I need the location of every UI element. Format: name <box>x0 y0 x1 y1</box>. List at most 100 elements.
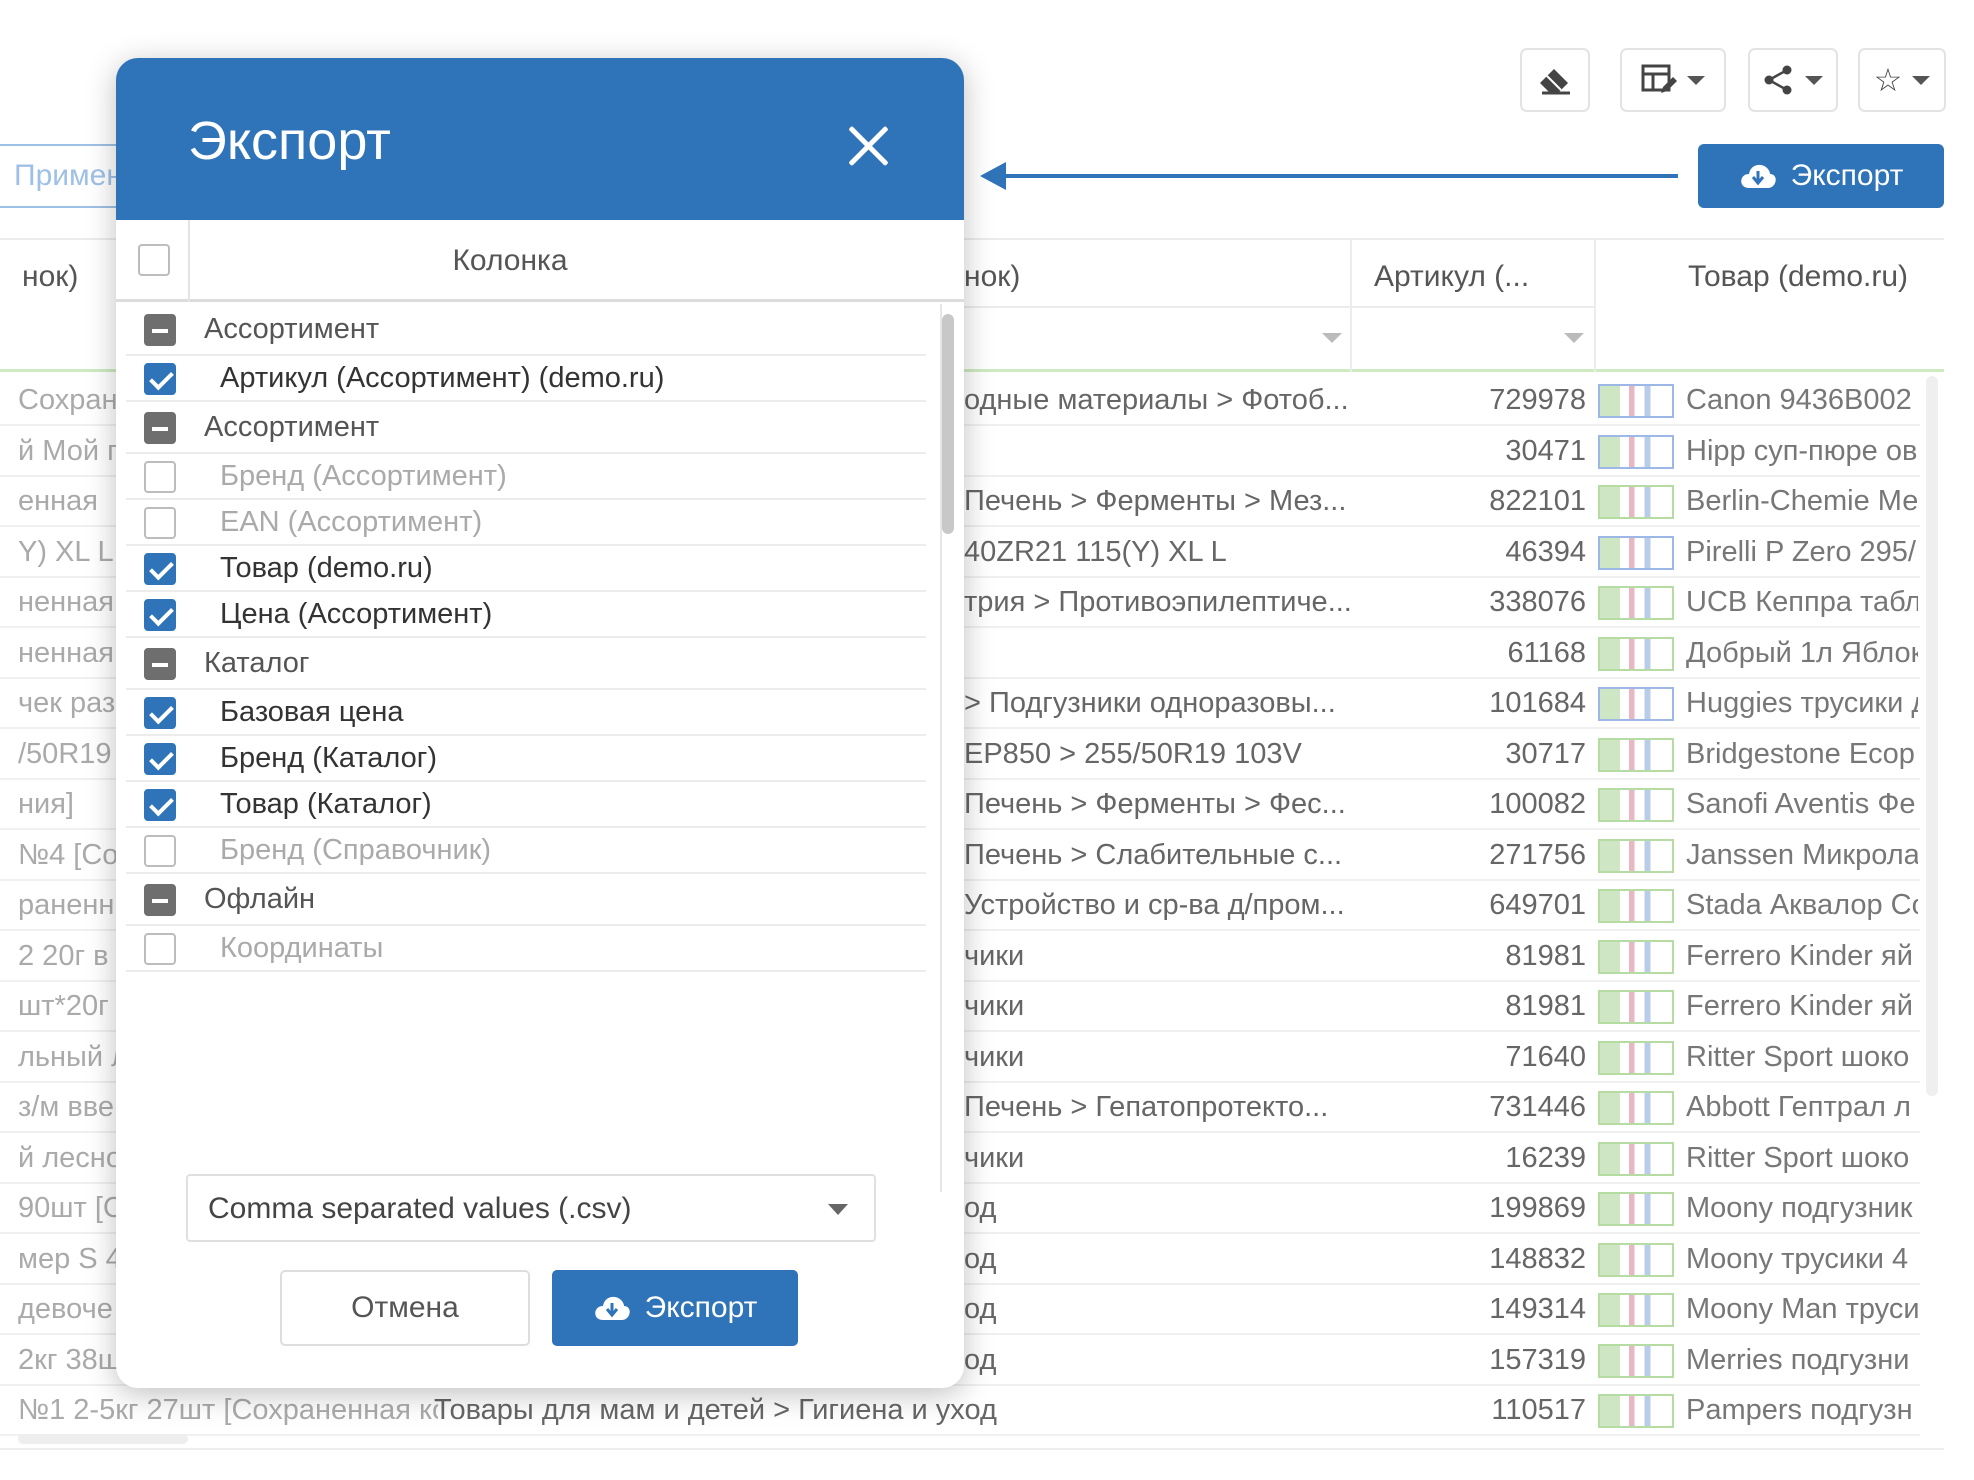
dialog-header: Экспорт <box>116 58 964 220</box>
column-group-label: Ассортимент <box>204 313 380 345</box>
cell-product-name: Pampers подгузн <box>1686 1394 1913 1426</box>
column-option-label: Бренд (Каталог) <box>220 742 438 774</box>
column-header-article[interactable]: Артикул (... <box>1374 260 1529 294</box>
cell-article: 30717 <box>1505 737 1586 770</box>
table-row[interactable]: №1 2-5кг 27шт [Сохраненная ко Товары для … <box>0 1386 1920 1436</box>
column-option-row[interactable]: Бренд (Справочник) <box>126 828 926 874</box>
cell-category: Печень > Ферменты > Мез... <box>964 485 1347 517</box>
column-checkbox[interactable] <box>144 599 176 631</box>
cell-product-name: Ferrero Kinder яй <box>1686 990 1913 1022</box>
product-thumbnail <box>1598 1091 1674 1125</box>
column-option-row[interactable]: Товар (Каталог) <box>126 782 926 828</box>
column-group-row[interactable]: Ассортимент <box>126 402 926 454</box>
cell-article: 100082 <box>1489 788 1586 820</box>
column-list-header: Колонка <box>116 220 964 302</box>
column-group-row[interactable]: Ассортимент <box>126 304 926 356</box>
cell-product-name: Merries подгузни <box>1686 1343 1910 1376</box>
dialog-title: Экспорт <box>188 111 391 171</box>
chevron-down-icon <box>1805 75 1823 85</box>
product-thumbnail <box>1598 1293 1674 1327</box>
chevron-down-icon <box>828 1204 848 1215</box>
column-checkbox[interactable] <box>144 363 176 395</box>
cell-article: 101684 <box>1489 687 1586 719</box>
column-option-row[interactable]: Товар (demo.ru) <box>126 546 926 592</box>
share-button[interactable] <box>1748 48 1838 112</box>
column-option-row[interactable]: Бренд (Ассортимент) <box>126 454 926 500</box>
cell-article: 46394 <box>1505 535 1586 568</box>
cancel-button[interactable]: Отмена <box>280 1270 530 1346</box>
format-select[interactable]: Comma separated values (.csv) <box>186 1174 876 1242</box>
column-checkbox[interactable] <box>144 553 176 585</box>
column-checkbox[interactable] <box>144 461 176 493</box>
table-scrollbar[interactable] <box>1926 376 1938 1096</box>
cell-product-name: Hipp суп-пюре ов <box>1686 434 1918 467</box>
column-option-row[interactable]: Бренд (Каталог) <box>126 736 926 782</box>
column-option-row[interactable]: Цена (Ассортимент) <box>126 592 926 638</box>
cell-category: одные материалы > Фотоб... <box>964 384 1349 416</box>
apply-button[interactable]: Применить <box>0 144 130 208</box>
column-group-row[interactable]: Каталог <box>126 638 926 690</box>
cell-product-name: UCB Кеппра табл <box>1686 586 1918 618</box>
cell-left: Y) XL L [ <box>18 535 118 568</box>
scrollbar-thumb[interactable] <box>942 314 954 534</box>
cell-category: 40ZR21 115(Y) XL L <box>964 535 1227 568</box>
dialog-export-button[interactable]: Экспорт <box>552 1270 798 1346</box>
column-checkbox[interactable] <box>144 507 176 539</box>
column-option-row[interactable]: Артикул (Ассортимент) (demo.ru) <box>126 356 926 402</box>
cell-product-name: Bridgestone Ecop <box>1686 737 1915 770</box>
column-header-product[interactable]: Товар (demo.ru) <box>1688 260 1908 294</box>
table-horizontal-scrollbar[interactable] <box>18 1434 188 1444</box>
cancel-button-label: Отмена <box>351 1291 459 1324</box>
product-thumbnail <box>1598 535 1674 570</box>
cell-left: ненная <box>18 636 115 669</box>
cell-product-name: Ferrero Kinder яй <box>1686 939 1913 972</box>
star-icon: ☆ <box>1873 62 1903 98</box>
group-partial-checkbox[interactable] <box>144 884 176 916</box>
column-checkbox[interactable] <box>144 743 176 775</box>
filter-category-input[interactable] <box>964 306 1350 308</box>
column-header-left[interactable]: нок) <box>22 260 78 294</box>
cell-category: чики <box>964 1040 1025 1073</box>
product-thumbnail <box>1598 990 1674 1024</box>
cell-product-name: Добрый 1л Яблок <box>1686 636 1918 669</box>
column-checkbox[interactable] <box>144 835 176 867</box>
cell-product-name: Canon 9436B002 <box>1686 384 1912 416</box>
table-settings-button[interactable] <box>1620 48 1726 112</box>
product-thumbnail <box>1598 1343 1674 1378</box>
group-partial-checkbox[interactable] <box>144 412 176 444</box>
column-list-scrollbar[interactable] <box>940 304 956 1192</box>
cell-left: ненная <box>18 586 115 618</box>
column-option-row[interactable]: Координаты <box>126 926 926 972</box>
column-option-row[interactable]: EAN (Ассортимент) <box>126 500 926 546</box>
eraser-icon <box>1540 69 1570 95</box>
group-partial-checkbox[interactable] <box>144 314 176 346</box>
column-option-label: Базовая цена <box>220 696 404 728</box>
product-thumbnail <box>1598 939 1674 974</box>
column-header-category[interactable]: нок) <box>964 260 1020 294</box>
close-icon[interactable] <box>846 124 890 168</box>
export-dialog: Экспорт Колонка Ассортимент Артикул (Ассо… <box>116 58 964 1388</box>
cell-category: чики <box>964 990 1025 1022</box>
column-checkbox[interactable] <box>144 697 176 729</box>
cell-article: 61168 <box>1507 636 1587 669</box>
favorites-button[interactable]: ☆ <box>1858 48 1946 112</box>
cell-left: 2 20г в <box>18 939 109 972</box>
column-checkbox[interactable] <box>144 789 176 821</box>
cell-article: 649701 <box>1489 889 1586 921</box>
chevron-down-icon[interactable] <box>1564 333 1584 343</box>
cell-product-name: Moony трусики 4 <box>1686 1242 1909 1275</box>
chevron-down-icon[interactable] <box>1322 333 1342 343</box>
clear-filters-button[interactable] <box>1520 48 1590 112</box>
column-checkbox[interactable] <box>144 933 176 965</box>
column-group-label: Офлайн <box>204 883 316 915</box>
group-partial-checkbox[interactable] <box>144 648 176 680</box>
column-group-row[interactable]: Офлайн <box>126 874 926 926</box>
filter-article-input[interactable] <box>1352 306 1594 308</box>
cell-article: 271756 <box>1489 838 1586 871</box>
column-option-row[interactable]: Базовая цена <box>126 690 926 736</box>
column-divider <box>1350 238 1352 372</box>
column-option-label: Товар (demo.ru) <box>220 552 433 584</box>
export-button[interactable]: Экспорт <box>1698 144 1944 208</box>
column-group-label: Каталог <box>204 647 310 679</box>
select-all-checkbox[interactable] <box>138 244 170 276</box>
